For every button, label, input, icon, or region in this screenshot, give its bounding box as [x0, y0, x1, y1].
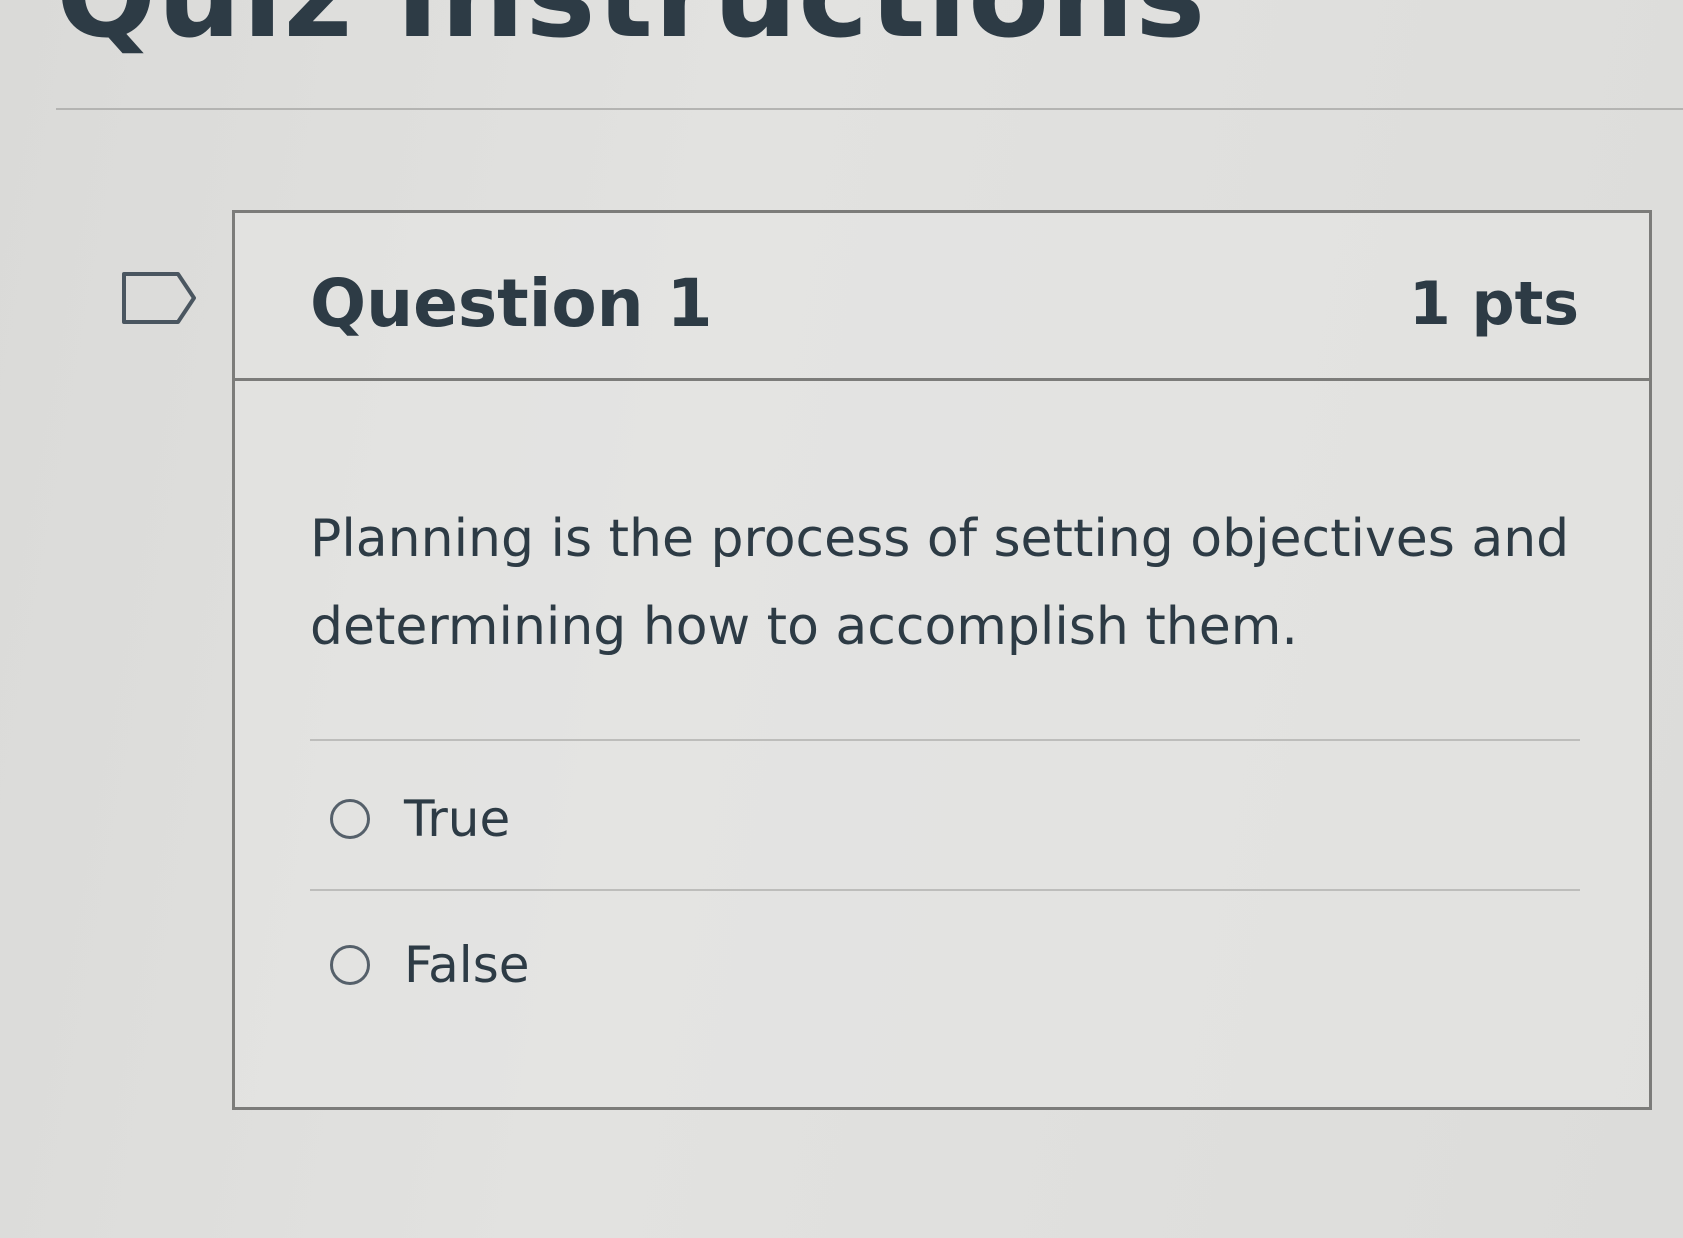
question-name: Question 1: [310, 265, 713, 342]
title-divider: [56, 108, 1683, 110]
answer-label: True: [404, 790, 511, 848]
radio-button-icon[interactable]: [330, 945, 370, 985]
question-text: Planning is the process of setting objec…: [310, 509, 1570, 657]
answer-option-false[interactable]: False: [330, 925, 530, 1005]
radio-button-icon[interactable]: [330, 799, 370, 839]
page-title: Quiz Instructions: [56, 0, 1206, 64]
answer-divider: [310, 889, 1580, 891]
flag-question-icon[interactable]: [120, 270, 200, 326]
answer-label: False: [404, 936, 530, 994]
question-points: 1 pts: [1409, 269, 1579, 339]
answer-divider: [310, 739, 1580, 741]
question-header: Question 1 1 pts: [235, 213, 1649, 381]
answer-option-true[interactable]: True: [330, 779, 510, 859]
question-card: Question 1 1 pts Planning is the process…: [232, 210, 1652, 1110]
